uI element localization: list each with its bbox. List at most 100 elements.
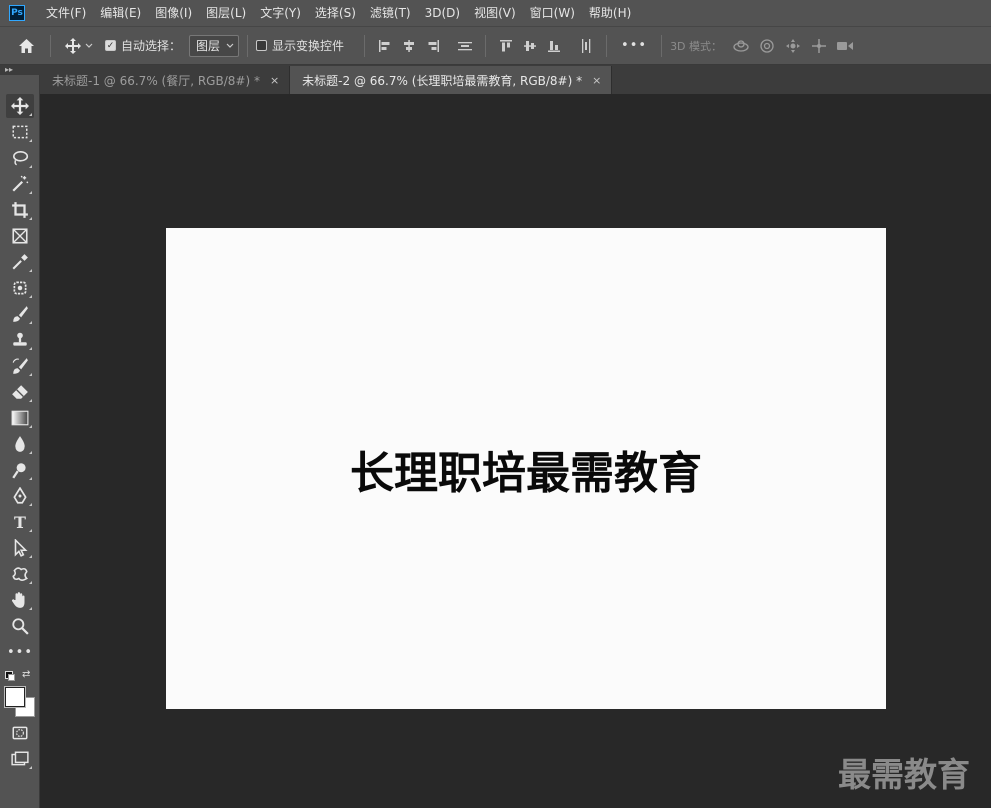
- screen-mode-button[interactable]: [6, 747, 34, 771]
- tab-document-1[interactable]: 未标题-1 @ 66.7% (餐厅, RGB/8#) * ×: [40, 66, 291, 94]
- divider: [50, 34, 51, 57]
- crop-tool[interactable]: [6, 198, 34, 222]
- menu-help[interactable]: 帮助(H): [582, 0, 638, 26]
- align-left-button[interactable]: [373, 34, 397, 58]
- type-tool[interactable]: T: [6, 510, 34, 534]
- 3d-orbit-button[interactable]: [728, 34, 754, 58]
- dodge-tool[interactable]: [6, 458, 34, 482]
- quick-mask-icon: [12, 726, 28, 740]
- eyedropper-tool[interactable]: [6, 250, 34, 274]
- quick-mask-button[interactable]: [6, 721, 34, 745]
- more-options-button[interactable]: •••: [615, 38, 653, 53]
- tab-document-2[interactable]: 未标题-2 @ 66.7% (长理职培最需教育, RGB/8#) * ×: [290, 66, 613, 94]
- menu-edit[interactable]: 编辑(E): [93, 0, 148, 26]
- magic-wand-tool[interactable]: [6, 172, 34, 196]
- gradient-tool[interactable]: [6, 406, 34, 430]
- healing-brush-tool[interactable]: [6, 276, 34, 300]
- menu-image[interactable]: 图像(I): [148, 0, 199, 26]
- menu-select[interactable]: 选择(S): [308, 0, 363, 26]
- drop-icon: [15, 436, 25, 452]
- close-tab-icon[interactable]: ×: [270, 74, 279, 87]
- pen-tool[interactable]: [6, 484, 34, 508]
- brush-tool[interactable]: [6, 302, 34, 326]
- 3d-pan-button[interactable]: [780, 34, 806, 58]
- tab-title: 未标题-1 @ 66.7% (餐厅, RGB/8#) *: [52, 73, 260, 88]
- menu-type[interactable]: 文字(Y): [253, 0, 308, 26]
- menu-filter[interactable]: 滤镜(T): [363, 0, 418, 26]
- blur-tool[interactable]: [6, 432, 34, 456]
- align-right-button[interactable]: [421, 34, 445, 58]
- document-canvas[interactable]: 长理职培最需教育: [166, 228, 886, 709]
- document-tabs: 未标题-1 @ 66.7% (餐厅, RGB/8#) * × 未标题-2 @ 6…: [40, 65, 991, 94]
- zoom-tool[interactable]: [6, 614, 34, 638]
- distribute-horizontal-button[interactable]: [574, 34, 598, 58]
- roll-icon: [760, 38, 774, 53]
- 3d-mode-label: 3D 模式：: [670, 39, 723, 53]
- align-bottom-button[interactable]: [542, 34, 566, 58]
- eyedropper-icon: [12, 254, 28, 270]
- swap-colors-icon[interactable]: ⇄: [22, 669, 30, 680]
- frame-tool[interactable]: [6, 224, 34, 248]
- menu-layer[interactable]: 图层(L): [199, 0, 253, 26]
- divider: [485, 34, 487, 57]
- pan-icon: [786, 38, 801, 53]
- pen-icon: [13, 487, 27, 504]
- menu-3d[interactable]: 3D(D): [418, 0, 467, 26]
- edit-toolbar-button[interactable]: •••: [6, 640, 34, 664]
- 3d-slide-button[interactable]: [806, 34, 832, 58]
- align-horizontal-center-button[interactable]: [397, 34, 421, 58]
- show-transform-label: 显示变换控件: [272, 39, 345, 53]
- menu-window[interactable]: 窗口(W): [523, 0, 582, 26]
- align-center-icon: [404, 39, 415, 52]
- eraser-icon: [12, 385, 28, 399]
- move-tool-preset-button[interactable]: [59, 34, 99, 58]
- magic-wand-icon: [12, 175, 29, 192]
- menu-bar: Ps 文件(F) 编辑(E) 图像(I) 图层(L) 文字(Y) 选择(S) 滤…: [0, 0, 991, 26]
- photoshop-logo-icon[interactable]: Ps: [9, 5, 25, 21]
- auto-select-dropdown[interactable]: 图层: [189, 34, 240, 57]
- menu-view[interactable]: 视图(V): [467, 0, 523, 26]
- 3d-scale-button[interactable]: [832, 34, 858, 58]
- clone-stamp-tool[interactable]: [6, 328, 34, 352]
- auto-select-checkbox[interactable]: ✓: [105, 40, 116, 51]
- show-transform-checkbox[interactable]: [256, 40, 268, 51]
- lasso-tool[interactable]: [6, 146, 34, 170]
- dodge-icon: [12, 463, 26, 479]
- toolbar-collapse-button[interactable]: ▸▸: [0, 65, 40, 75]
- history-brush-tool[interactable]: [6, 354, 34, 378]
- history-brush-icon: [12, 358, 28, 374]
- menu-file[interactable]: 文件(F): [39, 0, 93, 26]
- chevron-down-icon: [226, 43, 234, 48]
- eraser-tool[interactable]: [6, 380, 34, 404]
- align-top-button[interactable]: [494, 34, 518, 58]
- foreground-color-swatch[interactable]: [5, 687, 25, 707]
- arrow-pointer-icon: [14, 539, 28, 557]
- path-selection-tool[interactable]: [6, 536, 34, 560]
- canvas-text-layer[interactable]: 长理职培最需教育: [166, 437, 886, 501]
- hand-icon: [11, 592, 25, 608]
- brush-icon: [13, 306, 28, 322]
- align-vertical-center-button[interactable]: [518, 34, 542, 58]
- tools-panel: T ••• ⇄: [0, 75, 40, 808]
- orbit-icon: [733, 39, 749, 52]
- shape-tool[interactable]: [6, 562, 34, 586]
- distribute-vertical-button[interactable]: [453, 34, 477, 58]
- video-camera-icon: [837, 41, 854, 50]
- move-tool[interactable]: [6, 94, 34, 118]
- distribute-icon: [458, 41, 473, 50]
- divider: [661, 34, 663, 57]
- 3d-roll-button[interactable]: [754, 34, 780, 58]
- screen-mode-icon: [11, 751, 29, 766]
- patch-icon: [13, 281, 27, 295]
- marquee-tool[interactable]: [6, 120, 34, 144]
- chevron-down-icon: [85, 43, 93, 48]
- lasso-icon: [13, 151, 29, 166]
- hand-tool[interactable]: [6, 588, 34, 612]
- close-tab-icon[interactable]: ×: [592, 74, 601, 87]
- divider: [364, 34, 366, 57]
- default-colors-icon[interactable]: [5, 671, 15, 681]
- stamp-icon: [13, 332, 27, 346]
- divider: [247, 34, 249, 57]
- home-icon: [18, 38, 34, 53]
- home-button[interactable]: [10, 34, 42, 58]
